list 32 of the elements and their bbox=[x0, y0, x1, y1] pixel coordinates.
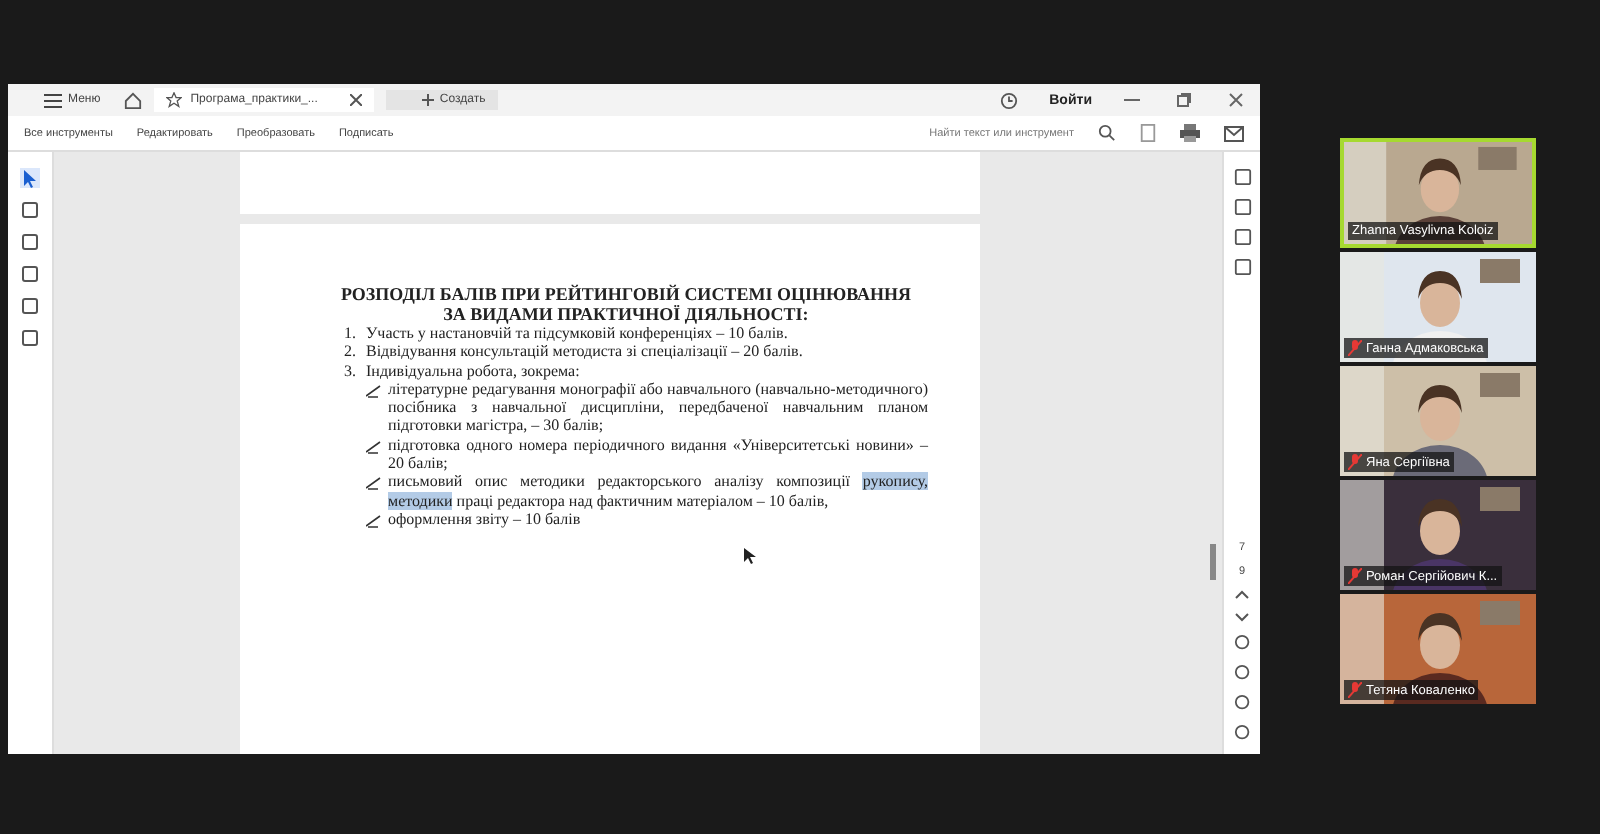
restore-icon[interactable] bbox=[1176, 92, 1192, 108]
menu-icon bbox=[44, 93, 62, 107]
list-number: 2. bbox=[344, 342, 356, 362]
document-icon[interactable] bbox=[1140, 124, 1156, 142]
clock-icon[interactable] bbox=[999, 91, 1018, 109]
list-item-text: Відвідування консультацій методиста зі спеціалізації – 20 балів. bbox=[366, 342, 803, 362]
list-item-text: оформлення звіту – 10 балів bbox=[388, 509, 583, 529]
chevron-down-icon[interactable] bbox=[1234, 612, 1250, 622]
scrollbar-thumb[interactable] bbox=[1210, 544, 1216, 580]
search-icon[interactable] bbox=[1098, 124, 1116, 142]
star-icon bbox=[166, 92, 183, 108]
printer-icon[interactable] bbox=[1180, 124, 1200, 142]
list-item-text: підготовка одного номера періодичного видання «Університетські новини» – 20 балів; bbox=[388, 435, 928, 473]
list-number: 3. bbox=[344, 361, 356, 380]
pen-icon bbox=[366, 476, 382, 491]
document-heading: РОЗПОДІЛ БАЛІВ ПРИ РЕЙТИНГОВІЙ СИСТЕМІ ОЦІНЮВАННЯ bbox=[338, 284, 914, 304]
close-icon[interactable] bbox=[349, 94, 362, 106]
pen-icon bbox=[366, 513, 382, 528]
document-heading: ЗА ВИДАМИ ПРАКТИЧНОЇ ДІЯЛЬНОСТІ: bbox=[441, 304, 811, 324]
pointer-icon[interactable] bbox=[20, 168, 40, 188]
cursor-icon bbox=[744, 548, 756, 564]
list-item-text: літературне редагування монографії або навчального (навчально-методичного) посібника з навчальної дисципліни, передбаченої навчальним планом підготовки магістра, – 30 балів; bbox=[388, 379, 928, 436]
mail-icon[interactable] bbox=[1224, 125, 1244, 141]
list-item-text: Участь у настановчій та підсумковій конференціях – 10 балів. bbox=[366, 324, 788, 343]
close-icon[interactable] bbox=[1228, 92, 1244, 108]
pen-icon bbox=[366, 383, 382, 398]
home-icon[interactable] bbox=[124, 91, 143, 109]
plus-icon bbox=[421, 94, 434, 106]
pen-icon bbox=[366, 439, 382, 454]
chevron-up-icon[interactable] bbox=[1234, 590, 1250, 600]
list-number: 1. bbox=[344, 324, 356, 343]
list-item-text: Індивідуальна робота, зокрема: bbox=[366, 361, 580, 380]
